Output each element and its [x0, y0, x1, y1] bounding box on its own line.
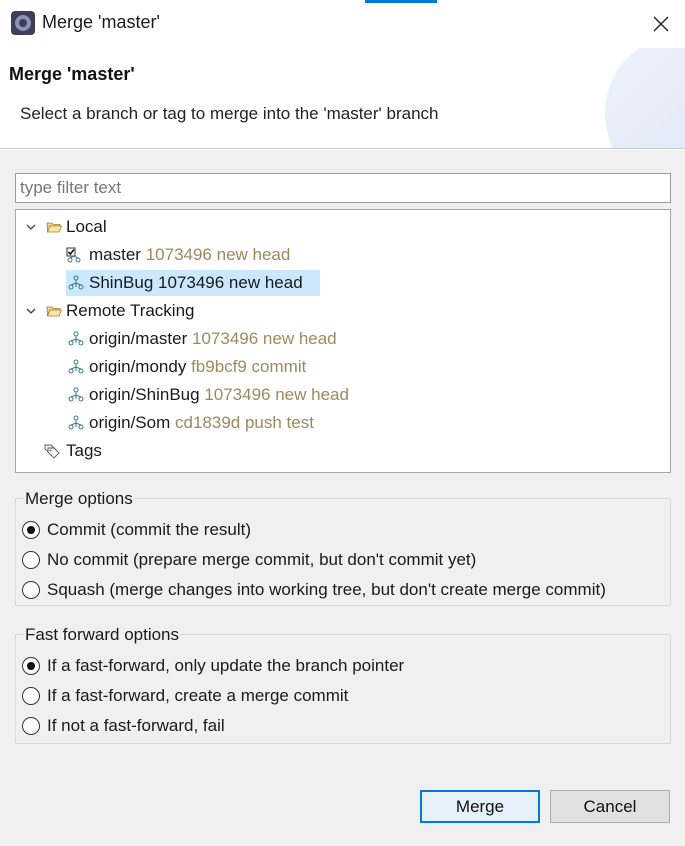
branch-tree[interactable]: Local master 1073496 new head ShinBug 10… — [15, 209, 671, 473]
dialog-title: Merge 'master' — [9, 64, 135, 84]
fast-forward-options-title: Fast forward options — [24, 625, 181, 645]
tree-item-branch-master[interactable]: master 1073496 new head — [66, 242, 366, 268]
radio-label: Commit (commit the result) — [47, 520, 252, 539]
chevron-down-icon[interactable] — [26, 306, 36, 316]
radio-button[interactable] — [22, 581, 40, 599]
title-bar: Merge 'master' — [0, 0, 685, 48]
branch-commit: fb9bcf9 commit — [191, 357, 307, 376]
radio-button[interactable] — [22, 717, 40, 735]
tree-item-remote-origin-som[interactable]: origin/Som cd1839d push test — [66, 410, 386, 436]
branch-icon — [68, 387, 84, 402]
branch-commit: 1073496 new head — [204, 385, 349, 404]
merge-options-title: Merge options — [24, 489, 134, 509]
branch-icon — [68, 359, 84, 374]
merge-options-group: Merge options Commit (commit the result)… — [15, 489, 671, 606]
merge-button[interactable]: Merge — [420, 790, 540, 823]
branch-icon — [68, 415, 84, 430]
radio-label: If not a fast-forward, fail — [47, 716, 225, 735]
radio-no-commit[interactable]: No commit (prepare merge commit, but don… — [22, 547, 476, 573]
radio-label: If a fast-forward, only update the branc… — [47, 656, 405, 675]
filter-input[interactable] — [15, 173, 671, 203]
radio-button[interactable] — [22, 551, 40, 569]
branch-icon — [68, 275, 84, 290]
tree-item-remote-origin-mondy[interactable]: origin/mondy fb9bcf9 commit — [66, 354, 386, 380]
tags-icon — [44, 444, 60, 459]
tree-node-label: Local — [66, 217, 107, 236]
branch-name: origin/Som — [89, 413, 171, 432]
radio-ff-update-pointer[interactable]: If a fast-forward, only update the branc… — [22, 653, 404, 679]
checked-out-branch-icon — [66, 247, 81, 263]
branch-name: origin/mondy — [89, 357, 187, 376]
tree-item-branch-shinbug[interactable]: ShinBug 1073496 new head — [66, 270, 320, 296]
branch-commit: 1073496 new head — [145, 245, 291, 264]
cancel-button[interactable]: Cancel — [550, 790, 670, 823]
fast-forward-options-group: Fast forward options If a fast-forward, … — [15, 625, 671, 744]
close-icon — [653, 16, 669, 32]
tree-item-remote-origin-master[interactable]: origin/master 1073496 new head — [66, 326, 386, 352]
radio-button[interactable] — [22, 521, 40, 539]
radio-commit[interactable]: Commit (commit the result) — [22, 517, 251, 543]
dialog-banner: Merge 'master' Select a branch or tag to… — [0, 48, 685, 149]
close-button[interactable] — [645, 8, 677, 40]
tree-node-label: Remote Tracking — [66, 301, 195, 320]
title-bar-accent — [365, 0, 437, 3]
branch-commit: 1073496 new head — [158, 273, 303, 292]
branch-name: origin/master — [89, 329, 188, 348]
tree-item-remote-origin-shinbug[interactable]: origin/ShinBug 1073496 new head — [66, 382, 386, 408]
tree-node-label: Tags — [66, 441, 102, 460]
branch-icon — [68, 331, 84, 346]
radio-ff-create-merge-commit[interactable]: If a fast-forward, create a merge commit — [22, 683, 348, 709]
dialog-description: Select a branch or tag to merge into the… — [20, 104, 439, 123]
tree-node-tags[interactable]: Tags — [22, 438, 142, 464]
dialog-content: Local master 1073496 new head — [0, 150, 685, 846]
eclipse-app-icon — [11, 11, 35, 35]
branch-name: master — [89, 245, 141, 264]
radio-button[interactable] — [22, 687, 40, 705]
branch-commit: 1073496 new head — [192, 329, 337, 348]
radio-squash[interactable]: Squash (merge changes into working tree,… — [22, 577, 606, 603]
radio-label: No commit (prepare merge commit, but don… — [47, 550, 477, 569]
radio-label: If a fast-forward, create a merge commit — [47, 686, 349, 705]
banner-decoration — [605, 48, 685, 148]
branch-name: ShinBug — [89, 273, 154, 292]
folder-open-icon — [46, 222, 62, 233]
branch-name: origin/ShinBug — [89, 385, 200, 404]
radio-button[interactable] — [22, 657, 40, 675]
radio-label: Squash (merge changes into working tree,… — [47, 580, 606, 599]
branch-commit: cd1839d push test — [175, 413, 314, 432]
chevron-down-icon[interactable] — [26, 222, 36, 232]
folder-open-icon — [46, 306, 62, 317]
window-title: Merge 'master' — [42, 12, 160, 32]
radio-ff-fail[interactable]: If not a fast-forward, fail — [22, 713, 225, 739]
tree-node-local[interactable]: Local — [22, 214, 142, 240]
tree-node-remote-tracking[interactable]: Remote Tracking — [22, 298, 222, 324]
